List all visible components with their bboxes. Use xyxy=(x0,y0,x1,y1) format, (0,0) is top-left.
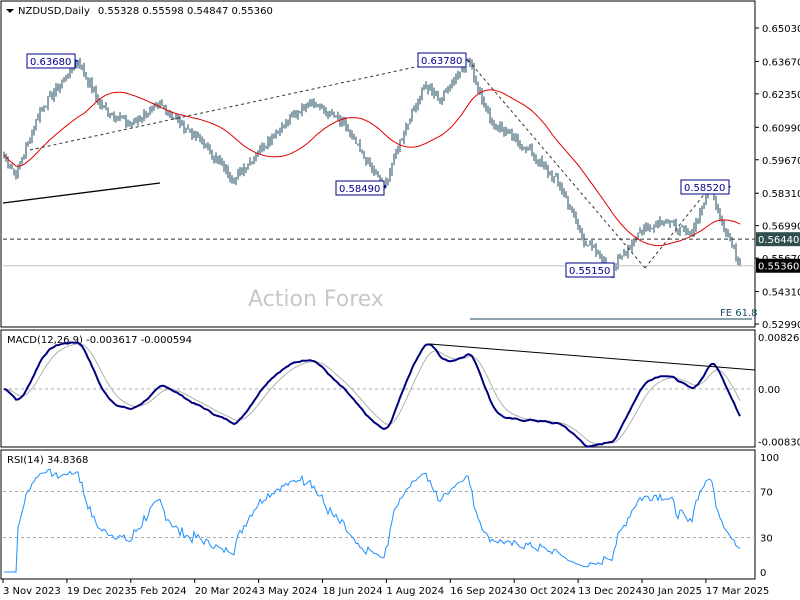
fe-label: FE 61.8 xyxy=(720,308,758,319)
price-label: 0.55150 xyxy=(569,266,610,277)
rsi-tick-label: 30 xyxy=(760,534,773,545)
chart-window: Action Forex NZDUSD,Daily 0.55328 0.55598… xyxy=(0,0,800,600)
x-tick-label: 20 Mar 2024 xyxy=(195,586,258,597)
y-tick-label: 0.56990 xyxy=(762,222,800,233)
watermark: Action Forex xyxy=(248,287,384,312)
symbol-label: NZDUSD,Daily 0.55328 0.55598 0.54847 0.55… xyxy=(18,6,273,17)
x-tick-label: 3 May 2024 xyxy=(259,586,318,597)
x-tick-label: 5 Feb 2024 xyxy=(131,586,187,597)
rsi-title: RSI(14) 34.8368 xyxy=(7,455,88,466)
price-label: 0.63780 xyxy=(421,56,462,67)
y-tick-label: 0.62350 xyxy=(762,90,800,101)
price-tag-label: 0.55360 xyxy=(758,262,799,273)
macd-tick-label: 0.008265 xyxy=(758,333,800,344)
x-tick-label: 17 Mar 2025 xyxy=(706,586,769,597)
y-tick-label: 0.60990 xyxy=(762,123,800,134)
x-tick-label: 3 Nov 2023 xyxy=(3,586,61,597)
dropdown-triangle-icon[interactable] xyxy=(6,9,14,13)
macd-signal-line xyxy=(3,343,741,445)
y-tick-label: 0.58310 xyxy=(762,189,800,200)
rsi-tick-label: 100 xyxy=(760,453,779,464)
rsi-line xyxy=(4,468,741,573)
x-tick-label: 30 Oct 2024 xyxy=(514,586,576,597)
trendline xyxy=(2,182,161,204)
macd-tick-label: 0.00 xyxy=(758,385,780,396)
price-panel-frame xyxy=(0,0,756,328)
y-tick-label: 0.63670 xyxy=(762,57,800,68)
fib-line xyxy=(644,186,711,269)
x-tick-label: 16 Sep 2024 xyxy=(450,586,513,597)
x-tick-label: 1 Aug 2024 xyxy=(386,586,444,597)
macd-line xyxy=(3,341,741,448)
x-tick-label: 13 Dec 2024 xyxy=(578,586,642,597)
price-label: 0.63680 xyxy=(30,57,71,68)
y-tick-label: 0.59670 xyxy=(762,156,800,167)
chart-svg: Action Forex NZDUSD,Daily 0.55328 0.55598… xyxy=(0,0,800,597)
y-tick-label: 0.65030 xyxy=(762,24,800,35)
macd-tick-label: -0.008307 xyxy=(758,437,800,448)
fib-line xyxy=(467,59,646,269)
macd-title: MACD(12,26,9) -0.003617 -0.000594 xyxy=(7,335,192,346)
y-tick-label: 0.54310 xyxy=(762,288,800,299)
y-tick-label: 0.52990 xyxy=(762,320,800,331)
rsi-panel-frame xyxy=(0,449,756,580)
price-label: 0.58490 xyxy=(339,184,380,195)
macd-trendline xyxy=(429,343,756,371)
price-label: 0.58520 xyxy=(684,183,725,194)
rsi-tick-label: 0 xyxy=(760,568,766,579)
x-tick-label: 19 Dec 2023 xyxy=(67,586,131,597)
rsi-tick-label: 70 xyxy=(760,488,773,499)
x-tick-label: 30 Jan 2025 xyxy=(642,586,702,597)
level-tag-label: 0.56440 xyxy=(758,235,799,246)
x-tick-label: 18 Jun 2024 xyxy=(323,586,383,597)
